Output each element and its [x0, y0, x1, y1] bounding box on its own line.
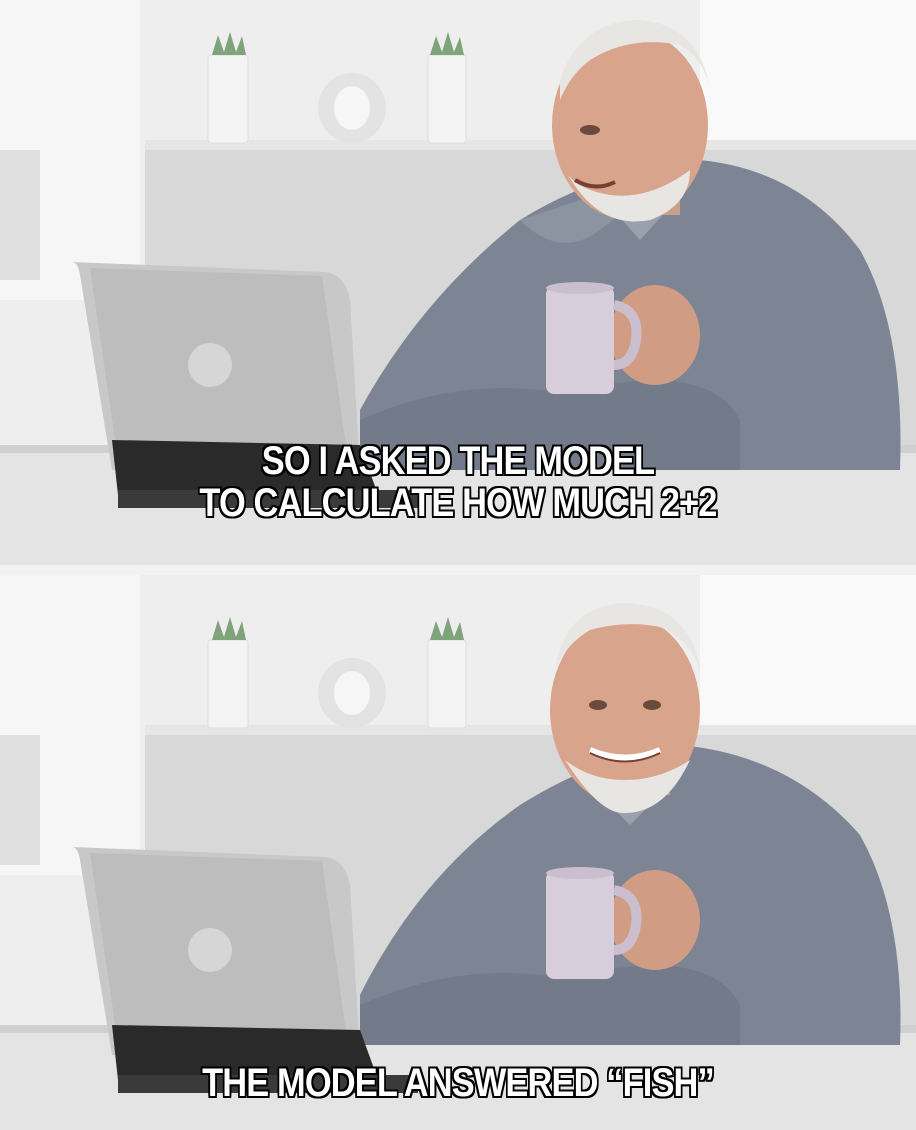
- plant-pot-right: [427, 617, 467, 729]
- top-panel: SO I ASKED THE MODEL TO CALCULATE HOW MU…: [0, 0, 916, 565]
- bottom-scene: [0, 575, 916, 1130]
- top-caption-line-2: TO CALCULATE HOW MUCH 2+2: [199, 481, 719, 525]
- panel-divider: [0, 565, 916, 575]
- plant-pot-left: [207, 617, 249, 729]
- bottom-caption-line-1: THE MODEL ANSWERED “FISH”: [201, 1061, 715, 1105]
- ring-ornament: [318, 658, 386, 728]
- bottom-caption: THE MODEL ANSWERED “FISH”: [64, 1061, 852, 1105]
- meme-image: SO I ASKED THE MODEL TO CALCULATE HOW MU…: [0, 0, 916, 1130]
- plant-pot-right: [427, 32, 467, 144]
- ring-ornament: [318, 73, 386, 143]
- top-caption-line-1: SO I ASKED THE MODEL: [261, 439, 656, 483]
- top-caption: SO I ASKED THE MODEL TO CALCULATE HOW MU…: [64, 439, 852, 525]
- plant-pot-left: [207, 32, 249, 144]
- bottom-panel: [0, 575, 916, 1130]
